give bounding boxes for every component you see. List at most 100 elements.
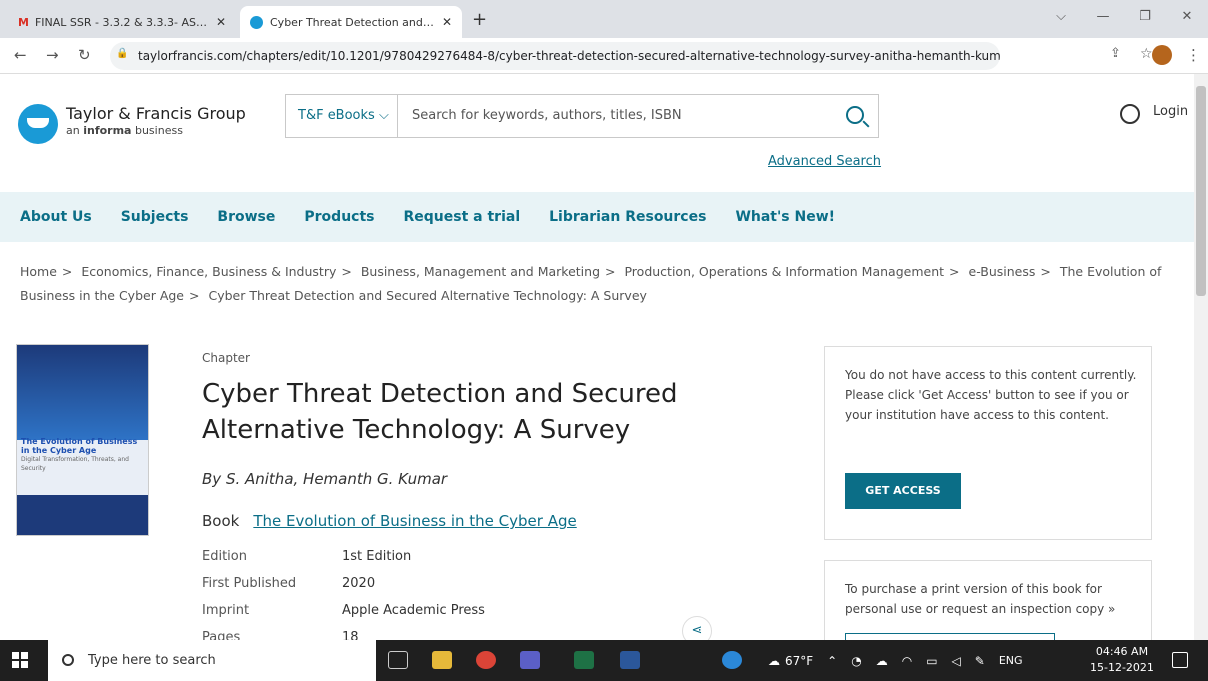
nav-about-us[interactable]: About Us — [20, 209, 92, 225]
nav-whats-new[interactable]: What's New! — [735, 209, 835, 225]
cloud-icon[interactable]: ☁ — [876, 654, 888, 668]
browser-tab-bar: M FINAL SSR - 3.3.2 & 3.3.3- AS ON ✕ Cyb… — [0, 0, 1208, 38]
excel-icon[interactable] — [574, 651, 594, 669]
cover-title-line: in the Cyber Age — [21, 446, 97, 455]
meta-value: Apple Academic Press — [342, 603, 485, 618]
chevron-down-icon: ⌵ — [378, 108, 389, 123]
reload-icon[interactable]: ↻ — [78, 46, 91, 64]
share-icon[interactable]: ⋖ — [682, 616, 712, 640]
battery-icon[interactable]: ▭ — [926, 654, 937, 668]
meta-label: First Published — [202, 576, 297, 591]
breadcrumb-item[interactable]: Home — [20, 264, 57, 279]
wifi-icon[interactable]: ◠ — [902, 654, 912, 668]
meta-value: 2020 — [342, 576, 376, 591]
nav-browse[interactable]: Browse — [217, 209, 275, 225]
close-icon[interactable]: ✕ — [216, 15, 226, 29]
search-input[interactable]: Search for keywords, authors, titles, IS… — [412, 95, 682, 137]
cover-band — [17, 495, 148, 535]
star-icon[interactable]: ☆ — [1140, 46, 1153, 62]
address-bar[interactable]: taylorfrancis.com/chapters/edit/10.1201/… — [110, 42, 1000, 70]
meta-label: Edition — [202, 549, 247, 564]
search-icon[interactable] — [846, 106, 864, 124]
nav-products[interactable]: Products — [304, 209, 374, 225]
back-icon[interactable]: ← — [14, 46, 27, 64]
task-view-icon[interactable] — [388, 651, 408, 669]
chevron-up-icon[interactable]: ⌃ — [827, 654, 837, 668]
tab-gmail[interactable]: M FINAL SSR - 3.3.2 & 3.3.3- AS ON ✕ — [8, 6, 236, 38]
teams-icon[interactable] — [520, 651, 540, 669]
language-indicator[interactable]: ENG — [999, 654, 1023, 667]
web-page: Taylor & Francis Group an informa busine… — [0, 74, 1194, 640]
taskbar-search-input[interactable]: Type here to search — [48, 640, 376, 681]
page-title: Cyber Threat Detection and Secured Alter… — [202, 379, 678, 445]
weather-icon: ☁ — [768, 653, 780, 668]
scrollbar-thumb[interactable] — [1196, 86, 1206, 296]
breadcrumb-item[interactable]: Business, Management and Marketing — [361, 264, 600, 279]
brand-name[interactable]: Taylor & Francis Group — [66, 104, 246, 123]
temperature[interactable]: 67°F — [785, 654, 813, 668]
authors[interactable]: S. Anitha, Hemanth G. Kumar — [226, 470, 447, 488]
meta-label: Imprint — [202, 603, 250, 618]
byline-prefix: By — [202, 470, 226, 488]
breadcrumb-item[interactable]: e-Business — [969, 264, 1036, 279]
meta-value: 1st Edition — [342, 549, 412, 564]
cover-subtitle: Digital Transformation, Threats, and Sec… — [21, 456, 129, 472]
content-type-label: Chapter — [202, 351, 250, 365]
access-message: You do not have access to this content c… — [845, 368, 1137, 422]
network-icon[interactable]: ◔ — [851, 654, 861, 668]
minimize-icon[interactable]: — — [1082, 0, 1124, 34]
gmail-icon: M — [18, 15, 29, 29]
nav-subjects[interactable]: Subjects — [121, 209, 189, 225]
advanced-search-link[interactable]: Advanced Search — [768, 154, 881, 169]
breadcrumb-item[interactable]: Production, Operations & Information Man… — [624, 264, 944, 279]
print-panel: To purchase a print version of this book… — [824, 560, 1152, 640]
book-link[interactable]: The Evolution of Business in the Cyber A… — [253, 512, 576, 530]
chrome-icon[interactable] — [476, 651, 496, 669]
notification-icon[interactable] — [1172, 652, 1188, 668]
search-icon — [62, 654, 74, 666]
volume-icon[interactable]: ◁ — [952, 654, 961, 668]
meta-value: 18 — [342, 630, 359, 640]
nav-librarian-resources[interactable]: Librarian Resources — [549, 209, 706, 225]
access-panel: You do not have access to this content c… — [824, 346, 1152, 540]
book-row: Book The Evolution of Business in the Cyb… — [202, 512, 577, 530]
help-icon[interactable] — [722, 651, 742, 669]
windows-start-icon[interactable] — [12, 652, 28, 668]
system-tray: ☁ 67°F ⌃ ◔ ☁ ◠ ▭ ◁ ✎ ENG — [768, 640, 1023, 681]
pen-icon[interactable]: ✎ — [975, 654, 985, 668]
close-icon[interactable]: ✕ — [442, 15, 452, 29]
tab-taylor-francis[interactable]: Cyber Threat Detection and Secu ✕ — [240, 6, 462, 38]
byline: By S. Anitha, Hemanth G. Kumar — [202, 470, 447, 488]
print-button[interactable] — [845, 633, 1055, 640]
time: 04:46 AM — [1095, 645, 1149, 658]
clock[interactable]: 04:46 AM 15-12-2021 — [1090, 644, 1154, 676]
user-icon[interactable] — [1120, 104, 1140, 124]
book-cover[interactable]: The Evolution of Business in the Cyber A… — [16, 344, 149, 536]
login-link[interactable]: Login — [1153, 104, 1188, 119]
forward-icon[interactable]: → — [46, 46, 59, 64]
meta-label: Pages — [202, 630, 241, 640]
cover-title-line: The Evolution of Business — [21, 437, 138, 446]
word-icon[interactable] — [620, 651, 640, 669]
print-message[interactable]: To purchase a print version of this book… — [845, 579, 1145, 619]
category-select[interactable]: T&F eBooks ⌵ — [286, 95, 398, 137]
breadcrumb-item[interactable]: Economics, Finance, Business & Industry — [81, 264, 336, 279]
menu-icon[interactable]: ⋮ — [1186, 46, 1201, 64]
chevron-down-icon[interactable]: ⌵ — [1040, 0, 1082, 34]
tab-title: FINAL SSR - 3.3.2 & 3.3.3- AS ON — [34, 15, 210, 29]
brand-sub-prefix: an — [66, 124, 84, 137]
main-nav: About Us Subjects Browse Products Reques… — [0, 192, 1194, 242]
search-box: T&F eBooks ⌵ Search for keywords, author… — [285, 94, 879, 138]
close-window-icon[interactable]: ✕ — [1166, 0, 1208, 34]
get-access-button[interactable]: GET ACCESS — [845, 473, 961, 509]
new-tab-icon[interactable]: + — [472, 9, 487, 30]
taskbar: Type here to search ☁ 67°F ⌃ ◔ ☁ ◠ ▭ ◁ ✎… — [0, 640, 1208, 681]
restore-icon[interactable]: ❐ — [1124, 0, 1166, 34]
brand-subtitle: an informa business — [66, 124, 183, 137]
brand-sub-bold: informa — [83, 124, 132, 137]
file-explorer-icon[interactable] — [432, 651, 452, 669]
avatar[interactable] — [1152, 45, 1172, 65]
nav-request-trial[interactable]: Request a trial — [404, 209, 521, 225]
share-page-icon[interactable]: ⇪ — [1110, 46, 1121, 61]
brand-sub-suffix: business — [131, 124, 183, 137]
